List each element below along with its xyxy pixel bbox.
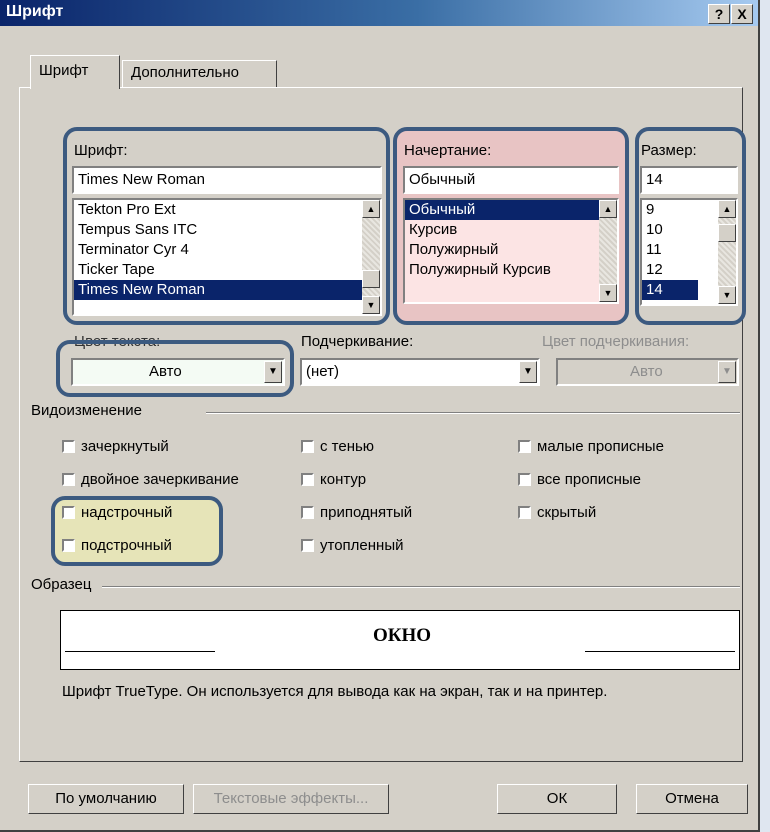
underline-label: Подчеркивание: [301, 333, 414, 350]
underline-value: (нет) [306, 363, 339, 380]
dialog-title: Шрифт [6, 3, 64, 20]
effects-group-label: Видоизменение [31, 402, 143, 419]
text-color-highlight-outline [56, 340, 294, 397]
sample-text: ОКНО [372, 625, 432, 646]
font-highlight-outline [63, 127, 390, 325]
outline-checkbox[interactable]: контур [301, 471, 366, 488]
sample-baseline-left [65, 651, 215, 652]
font-dialog: Шрифт ? X Шрифт Дополнительно Шрифт: Tim… [0, 0, 760, 832]
engrave-checkbox[interactable]: утопленный [301, 537, 404, 554]
tab-font-label: Шрифт [39, 62, 89, 79]
default-button[interactable]: По умолчанию [28, 784, 184, 814]
tab-advanced-label: Дополнительно [131, 64, 239, 81]
size-highlight-outline [635, 127, 746, 325]
underline-color-label: Цвет подчеркивания: [542, 333, 690, 350]
chevron-down-icon: ▼ [718, 361, 736, 383]
text-effects-button: Текстовые эффекты... [193, 784, 389, 814]
double-strikethrough-checkbox[interactable]: двойное зачеркивание [62, 471, 239, 488]
divider [102, 586, 740, 588]
sample-baseline-right [585, 651, 735, 652]
style-highlight-outline [393, 127, 629, 325]
close-button[interactable]: X [731, 4, 753, 24]
emboss-checkbox[interactable]: приподнятый [301, 504, 412, 521]
sample-description: Шрифт TrueType. Он используется для выво… [62, 683, 608, 700]
divider [206, 412, 740, 414]
title-bar: Шрифт ? X [0, 0, 758, 26]
strikethrough-checkbox[interactable]: зачеркнутый [62, 438, 169, 455]
chevron-down-icon[interactable]: ▼ [519, 361, 537, 383]
cancel-button[interactable]: Отмена [636, 784, 748, 814]
small-caps-checkbox[interactable]: малые прописные [518, 438, 664, 455]
underline-select[interactable]: (нет) ▼ [300, 358, 540, 386]
help-button[interactable]: ? [708, 4, 730, 24]
ok-button[interactable]: ОК [497, 784, 617, 814]
hidden-checkbox[interactable]: скрытый [518, 504, 596, 521]
tab-advanced[interactable]: Дополнительно [122, 60, 277, 87]
sample-group-label: Образец [31, 576, 92, 593]
sample-preview: ОКНО [60, 610, 740, 670]
effects-highlight-outline [51, 496, 223, 566]
all-caps-checkbox[interactable]: все прописные [518, 471, 641, 488]
underline-color-value: Авто [630, 363, 663, 380]
shadow-checkbox[interactable]: с тенью [301, 438, 374, 455]
tab-font[interactable]: Шрифт [30, 55, 120, 89]
underline-color-select: Авто ▼ [556, 358, 739, 386]
